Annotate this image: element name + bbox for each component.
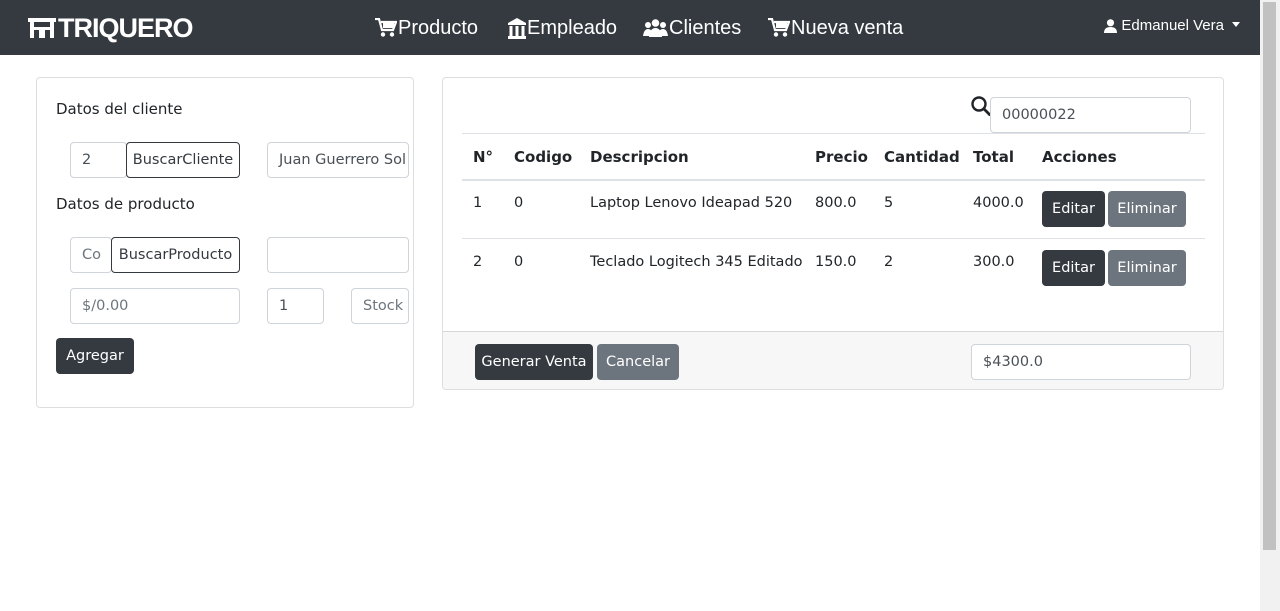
- delete-button[interactable]: Eliminar: [1108, 191, 1186, 227]
- nav-nueva-venta-label: Nueva venta: [791, 16, 904, 39]
- col-header-n: N°: [473, 148, 494, 166]
- table-header-border: [462, 179, 1205, 181]
- delete-button[interactable]: Eliminar: [1108, 250, 1186, 286]
- nav-clientes[interactable]: Clientes: [643, 14, 741, 42]
- nav-producto-label: Producto: [398, 16, 479, 39]
- client-name-field[interactable]: Juan Guerrero Sol: [267, 142, 409, 178]
- cell-descripcion: Teclado Logitech 345 Editado: [590, 254, 803, 270]
- cell-total: 4000.0: [973, 195, 1024, 211]
- nav-producto[interactable]: Producto: [375, 14, 478, 42]
- cell-cantidad: 2: [884, 254, 894, 270]
- vertical-scrollbar[interactable]: [1260, 0, 1280, 611]
- brand-name: TRIQUERO: [58, 13, 194, 43]
- client-product-card: Datos del cliente 2 BuscarCliente Juan G…: [36, 77, 414, 408]
- col-header-acciones: Acciones: [1042, 148, 1117, 166]
- client-section-label: Datos del cliente: [56, 100, 183, 118]
- search-client-button[interactable]: BuscarCliente: [126, 142, 240, 178]
- sale-card-footer: Generar Venta Cancelar $4300.0: [443, 331, 1223, 389]
- user-name: Edmanuel Vera: [1121, 17, 1224, 34]
- cell-codigo: 0: [514, 195, 524, 211]
- product-code-field[interactable]: Co: [70, 237, 112, 273]
- cell-cantidad: 5: [884, 195, 894, 211]
- col-header-descripcion: Descripcion: [590, 148, 689, 166]
- sale-total-field[interactable]: $4300.0: [971, 344, 1191, 380]
- cell-codigo: 0: [514, 254, 524, 270]
- cell-precio: 800.0: [815, 195, 857, 211]
- quantity-field[interactable]: 1: [267, 288, 324, 324]
- add-button[interactable]: Agregar: [56, 338, 134, 374]
- product-name-field[interactable]: [267, 237, 409, 273]
- chevron-down-icon: [1232, 22, 1240, 27]
- nav-clientes-label: Clientes: [669, 16, 742, 39]
- cell-descripcion: Laptop Lenovo Ideapad 520: [590, 195, 793, 211]
- user-icon: [1104, 18, 1118, 33]
- nav-nueva-venta[interactable]: Nueva venta: [768, 14, 903, 42]
- nav-empleado[interactable]: Empleado: [508, 14, 617, 42]
- col-header-cantidad: Cantidad: [884, 148, 960, 166]
- sale-card: 00000022 N° Codigo Descripcion Precio Ca…: [442, 77, 1224, 390]
- client-code-field[interactable]: 2: [70, 142, 127, 178]
- brand-logo[interactable]: TRIQUERO: [28, 12, 194, 44]
- scrollbar-thumb[interactable]: [1263, 2, 1276, 550]
- table-top-border: [462, 133, 1205, 134]
- edit-button[interactable]: Editar: [1042, 250, 1105, 286]
- cell-precio: 150.0: [815, 254, 857, 270]
- row-divider: [462, 238, 1205, 239]
- product-section-label: Datos de producto: [56, 195, 195, 213]
- generate-sale-button[interactable]: Generar Venta: [475, 344, 593, 380]
- navbar: TRIQUERO Producto Empleado Clientes Nuev…: [0, 0, 1260, 55]
- stock-field[interactable]: Stock: [351, 288, 409, 324]
- price-field[interactable]: $/0.00: [70, 288, 240, 324]
- cell-total: 300.0: [973, 254, 1015, 270]
- page: TRIQUERO Producto Empleado Clientes Nuev…: [0, 0, 1280, 611]
- cell-n: 2: [473, 254, 483, 270]
- cart-icon: [375, 18, 397, 37]
- search-icon: [971, 96, 991, 116]
- col-header-total: Total: [973, 148, 1014, 166]
- building-icon: [508, 17, 526, 39]
- brand-mark-icon: [28, 16, 56, 40]
- cart-icon: [768, 18, 790, 37]
- user-menu[interactable]: Edmanuel Vera: [1104, 17, 1240, 34]
- col-header-codigo: Codigo: [514, 148, 573, 166]
- invoice-number-field[interactable]: 00000022: [990, 97, 1191, 133]
- nav-empleado-label: Empleado: [527, 16, 618, 39]
- col-header-precio: Precio: [815, 148, 868, 166]
- cancel-button[interactable]: Cancelar: [597, 344, 679, 380]
- users-icon: [643, 19, 668, 37]
- search-product-button[interactable]: BuscarProducto: [111, 237, 240, 273]
- edit-button[interactable]: Editar: [1042, 191, 1105, 227]
- cell-n: 1: [473, 195, 483, 211]
